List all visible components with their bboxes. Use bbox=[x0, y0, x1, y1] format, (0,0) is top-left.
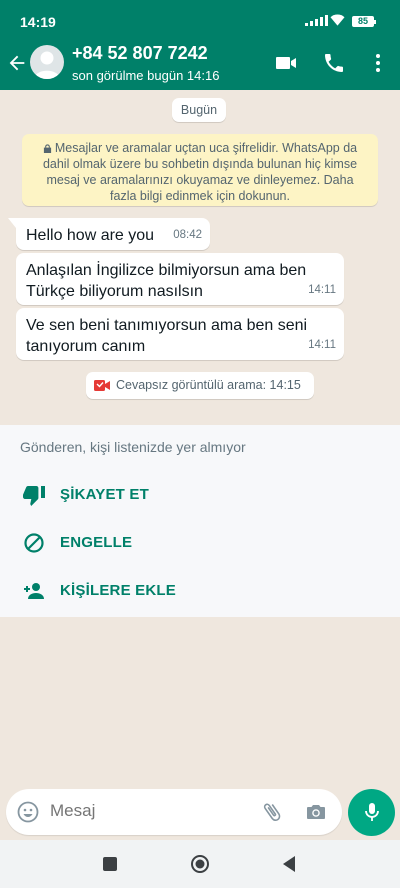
camera-icon[interactable] bbox=[304, 800, 328, 824]
back-arrow-icon[interactable] bbox=[6, 52, 28, 74]
message-time: 14:11 bbox=[308, 339, 336, 351]
message-text: Hello how are you bbox=[26, 227, 155, 244]
default-avatar-icon bbox=[34, 51, 60, 79]
block-label: ENGELLE bbox=[60, 534, 133, 551]
encryption-notice[interactable]: Mesajlar ve aramalar uçtan uca şifrelidi… bbox=[22, 134, 378, 206]
emoji-icon[interactable] bbox=[16, 800, 40, 824]
message-bubble[interactable]: Ve sen beni tanımıyorsun ama ben seni ta… bbox=[16, 308, 344, 360]
video-call-icon[interactable] bbox=[274, 51, 298, 75]
back-triangle-icon[interactable] bbox=[280, 854, 300, 874]
missed-call-notice[interactable]: Cevapsız görüntülü arama: 14:15 bbox=[86, 372, 314, 399]
encryption-text: Mesajlar ve aramalar uçtan uca şifrelidi… bbox=[42, 141, 358, 203]
message-time: 08:42 bbox=[173, 229, 202, 241]
home-icon[interactable] bbox=[190, 854, 210, 874]
report-label: ŞİKAYET ET bbox=[60, 486, 149, 503]
message-text: Anlaşılan İngilizce bilmiyorsun ama ben … bbox=[26, 262, 307, 300]
voice-record-button[interactable] bbox=[348, 789, 395, 836]
block-button[interactable]: ENGELLE bbox=[0, 521, 400, 565]
thumb-down-icon bbox=[23, 486, 45, 506]
message-time: 14:11 bbox=[308, 284, 336, 296]
signal-icon bbox=[305, 15, 328, 26]
recent-apps-icon[interactable] bbox=[100, 854, 120, 874]
chat-header: +84 52 807 7242 son görülme bugün 14:16 bbox=[0, 38, 400, 90]
lock-icon bbox=[43, 144, 51, 153]
missed-video-call-icon bbox=[94, 380, 110, 391]
message-bubble[interactable]: Anlaşılan İngilizce bilmiyorsun ama ben … bbox=[16, 253, 344, 305]
status-time: 14:19 bbox=[20, 14, 56, 30]
battery-level: 85 bbox=[357, 16, 368, 26]
microphone-icon bbox=[365, 803, 379, 821]
date-divider: Bugün bbox=[172, 98, 226, 122]
report-button[interactable]: ŞİKAYET ET bbox=[0, 473, 400, 517]
chat-area[interactable]: Bugün Mesajlar ve aramalar uçtan uca şif… bbox=[0, 90, 400, 425]
missed-call-text: Cevapsız görüntülü arama: 14:15 bbox=[116, 378, 301, 392]
voice-call-icon[interactable] bbox=[322, 51, 346, 75]
message-input[interactable] bbox=[50, 801, 250, 821]
status-bar: 14:19 85 bbox=[0, 0, 400, 38]
contact-name[interactable]: +84 52 807 7242 bbox=[72, 43, 208, 64]
battery-icon: 85 bbox=[352, 16, 376, 27]
more-options-icon[interactable] bbox=[366, 51, 390, 75]
message-text: Ve sen beni tanımıyorsun ama ben seni ta… bbox=[26, 317, 308, 355]
unknown-sender-note: Gönderen, kişi listenizde yer almıyor bbox=[20, 439, 246, 455]
message-composer bbox=[6, 789, 342, 835]
paperclip-icon[interactable] bbox=[260, 800, 284, 824]
last-seen: son görülme bugün 14:16 bbox=[72, 68, 220, 83]
message-bubble[interactable]: Hello how are you 08:42 bbox=[8, 218, 210, 250]
add-person-icon bbox=[24, 583, 44, 599]
block-icon bbox=[24, 533, 44, 553]
add-contact-label: KİŞİLERE EKLE bbox=[60, 582, 176, 599]
wifi-icon bbox=[330, 14, 345, 26]
avatar[interactable] bbox=[30, 45, 64, 79]
unknown-sender-panel: Gönderen, kişi listenizde yer almıyor Şİ… bbox=[0, 425, 400, 617]
system-navigation-bar bbox=[0, 840, 400, 888]
add-contact-button[interactable]: KİŞİLERE EKLE bbox=[0, 569, 400, 613]
